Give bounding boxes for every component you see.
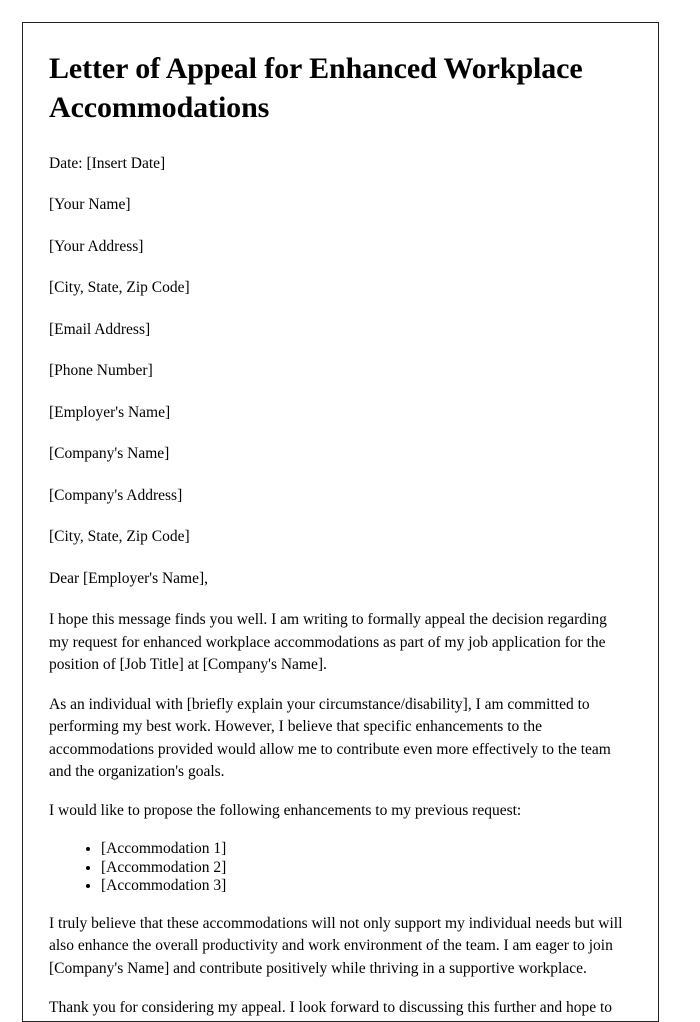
list-item: [Accommodation 3] — [101, 877, 628, 896]
sender-email: [Email Address] — [49, 320, 151, 338]
sender-city-state-zip: [City, State, Zip Code] — [49, 279, 190, 297]
list-item: [Accommodation 2] — [101, 859, 628, 878]
recipient-company-name: [Company's Name] — [49, 445, 170, 463]
document-page: Letter of Appeal for Enhanced Workplace … — [22, 22, 659, 1022]
accommodation-list: [Accommodation 1] [Accommodation 2] [Acc… — [49, 840, 628, 896]
sender-name: [Your Name] — [49, 196, 131, 214]
body-paragraph-3: I would like to propose the following en… — [49, 802, 522, 820]
recipient-employer-name: [Employer's Name] — [49, 403, 171, 421]
body-paragraph-2: As an individual with [briefly explain y… — [49, 695, 611, 780]
body-paragraph-5: Thank you for considering my appeal. I l… — [49, 999, 613, 1017]
date-line: Date: [Insert Date] — [49, 155, 166, 172]
body-paragraph-1: I hope this message finds you well. I am… — [49, 611, 607, 674]
recipient-company-address: [Company's Address] — [49, 486, 183, 504]
document-body: Letter of Appeal for Enhanced Workplace … — [23, 23, 658, 1021]
recipient-city-state-zip: [City, State, Zip Code] — [49, 528, 190, 546]
sender-phone: [Phone Number] — [49, 362, 153, 380]
salutation: Dear [Employer's Name], — [49, 569, 209, 587]
body-paragraph-4: I truly believe that these accommodation… — [49, 914, 623, 977]
list-item: [Accommodation 1] — [101, 840, 628, 859]
sender-address: [Your Address] — [49, 237, 144, 255]
page-title: Letter of Appeal for Enhanced Workplace … — [49, 52, 583, 124]
